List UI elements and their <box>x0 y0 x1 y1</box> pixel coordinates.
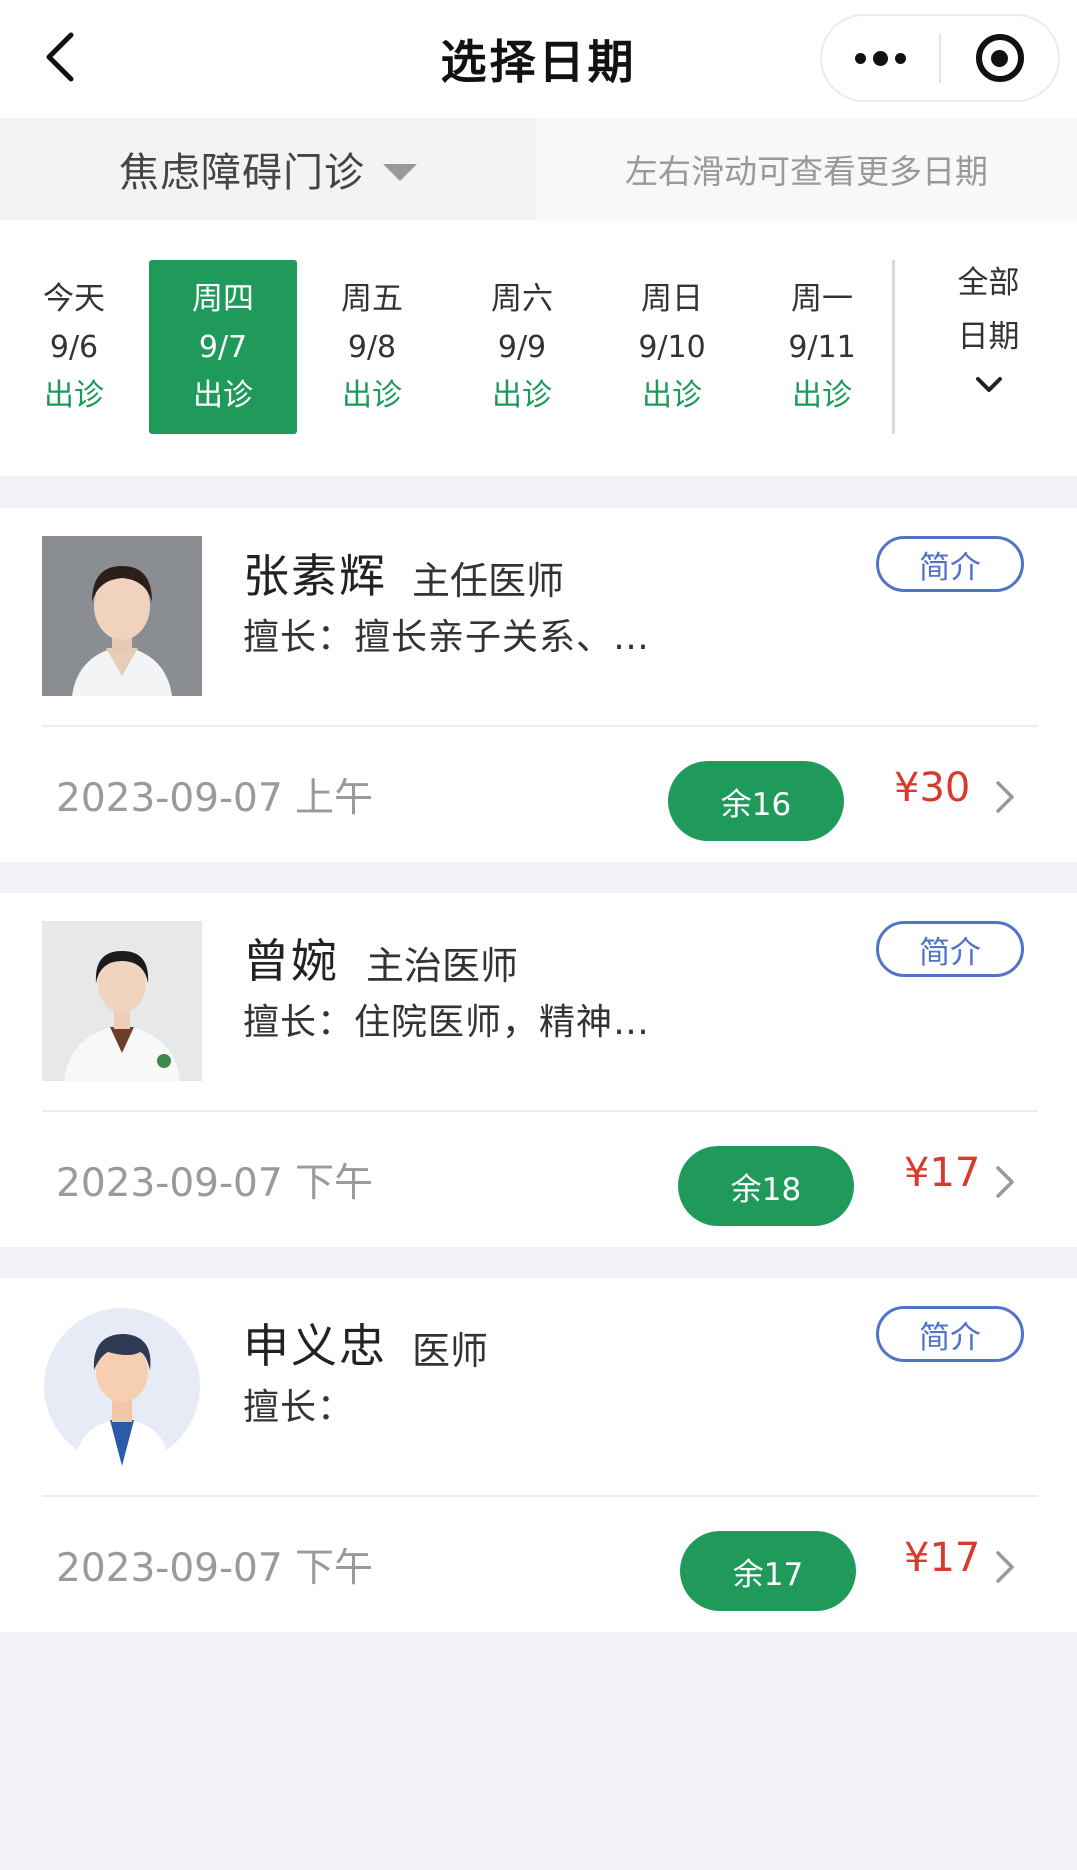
date-status: 出诊 <box>492 378 552 413</box>
doctor-avatar-placeholder <box>42 1306 202 1466</box>
date-strip-divider <box>892 260 895 434</box>
doctor-card: 申义忠 医师 擅长： 简介 2023-09-07 下午 余17 ¥17 <box>0 1278 1077 1632</box>
more-dots-icon <box>855 50 906 66</box>
date-value: 9/8 <box>347 330 397 365</box>
date-strip: 今天 9/6 出诊 周四 9/7 出诊 周五 9/8 出诊 周六 9/9 出诊 … <box>0 220 1077 476</box>
remaining-slots-button[interactable]: 余16 <box>668 761 844 841</box>
swipe-hint: 左右滑动可查看更多日期 <box>536 118 1077 220</box>
date-weekday: 周六 <box>491 281 553 317</box>
appointment-slot-row[interactable]: 2023-09-07 下午 余18 ¥17 <box>0 1112 1077 1247</box>
chevron-right-icon <box>996 1166 1014 1198</box>
department-name: 焦虑障碍门诊 <box>119 150 365 196</box>
date-value: 9/10 <box>638 330 706 365</box>
date-value: 9/6 <box>49 330 99 365</box>
date-status: 出诊 <box>342 378 402 413</box>
date-weekday: 周日 <box>641 281 703 317</box>
doctor-specialty: 擅长：擅长亲子关系、… <box>243 617 651 658</box>
doctor-name: 张素辉 <box>243 549 387 603</box>
doctor-photo <box>42 536 202 696</box>
date-item[interactable]: 周六 9/9 出诊 <box>448 260 596 434</box>
chevron-down-icon <box>975 377 1002 392</box>
appointment-slot-row[interactable]: 2023-09-07 上午 余16 ¥30 <box>0 727 1077 862</box>
price: ¥30 <box>894 765 971 811</box>
slot-time: 2023-09-07 下午 <box>56 1161 374 1206</box>
page: 选择日期 焦虑障碍门诊 左右滑动可查看更多日期 今天 9/6 出诊 周四 9/7 <box>0 0 1077 1870</box>
doctor-name: 申义忠 <box>243 1319 387 1373</box>
date-weekday: 周四 <box>192 281 254 317</box>
date-weekday: 周五 <box>341 281 403 317</box>
intro-button[interactable]: 简介 <box>876 921 1024 977</box>
all-dates-label-line1: 全部 <box>957 265 1020 301</box>
date-item[interactable]: 周一 9/11 出诊 <box>748 260 896 434</box>
doctor-specialty: 擅长：住院医师，精神… <box>243 1002 651 1043</box>
all-dates-button[interactable]: 全部 日期 <box>900 256 1077 436</box>
more-menu-button[interactable] <box>822 16 939 100</box>
appointment-slot-row[interactable]: 2023-09-07 下午 余17 ¥17 <box>0 1497 1077 1632</box>
date-value: 9/9 <box>497 330 547 365</box>
top-nav-bar: 选择日期 <box>0 0 1077 118</box>
chevron-right-icon <box>996 1551 1014 1583</box>
date-weekday: 周一 <box>791 281 853 317</box>
doctor-title: 主任医师 <box>412 559 565 603</box>
slot-time: 2023-09-07 上午 <box>56 776 374 821</box>
intro-button[interactable]: 简介 <box>876 1306 1024 1362</box>
date-item-selected[interactable]: 周四 9/7 出诊 <box>149 260 297 434</box>
department-bar: 焦虑障碍门诊 左右滑动可查看更多日期 <box>0 118 1077 220</box>
all-dates-label-line2: 日期 <box>957 319 1020 355</box>
remaining-slots-button[interactable]: 余18 <box>678 1146 854 1226</box>
mini-program-capsule <box>820 14 1060 102</box>
department-selector[interactable]: 焦虑障碍门诊 <box>0 118 536 220</box>
date-item[interactable]: 周日 9/10 出诊 <box>598 260 746 434</box>
date-status: 出诊 <box>642 378 702 413</box>
doctor-name: 曾婉 <box>243 934 339 988</box>
doctor-specialty: 擅长： <box>243 1387 355 1428</box>
remaining-slots-button[interactable]: 余17 <box>680 1531 856 1611</box>
doctor-photo <box>42 921 202 1081</box>
date-status: 出诊 <box>44 378 104 413</box>
date-item[interactable]: 今天 9/6 出诊 <box>0 260 148 434</box>
close-program-button[interactable] <box>941 16 1058 100</box>
caret-down-icon <box>383 163 417 181</box>
date-status: 出诊 <box>792 378 852 413</box>
date-value: 9/7 <box>198 330 248 365</box>
doctor-title: 主治医师 <box>366 944 519 988</box>
date-value: 9/11 <box>788 330 856 365</box>
intro-button[interactable]: 简介 <box>876 536 1024 592</box>
price: ¥17 <box>904 1535 981 1581</box>
doctor-title: 医师 <box>412 1329 489 1373</box>
date-weekday: 今天 <box>43 281 105 317</box>
empty-background <box>0 1632 1077 1870</box>
target-circle-icon <box>975 34 1024 82</box>
slot-time: 2023-09-07 下午 <box>56 1546 374 1591</box>
date-status: 出诊 <box>193 378 253 413</box>
price: ¥17 <box>904 1150 981 1196</box>
chevron-right-icon <box>996 781 1014 813</box>
doctor-card: 张素辉 主任医师 擅长：擅长亲子关系、… 简介 2023-09-07 上午 余1… <box>0 508 1077 862</box>
doctor-card: 曾婉 主治医师 擅长：住院医师，精神… 简介 2023-09-07 下午 余18… <box>0 893 1077 1247</box>
date-item[interactable]: 周五 9/8 出诊 <box>298 260 446 434</box>
